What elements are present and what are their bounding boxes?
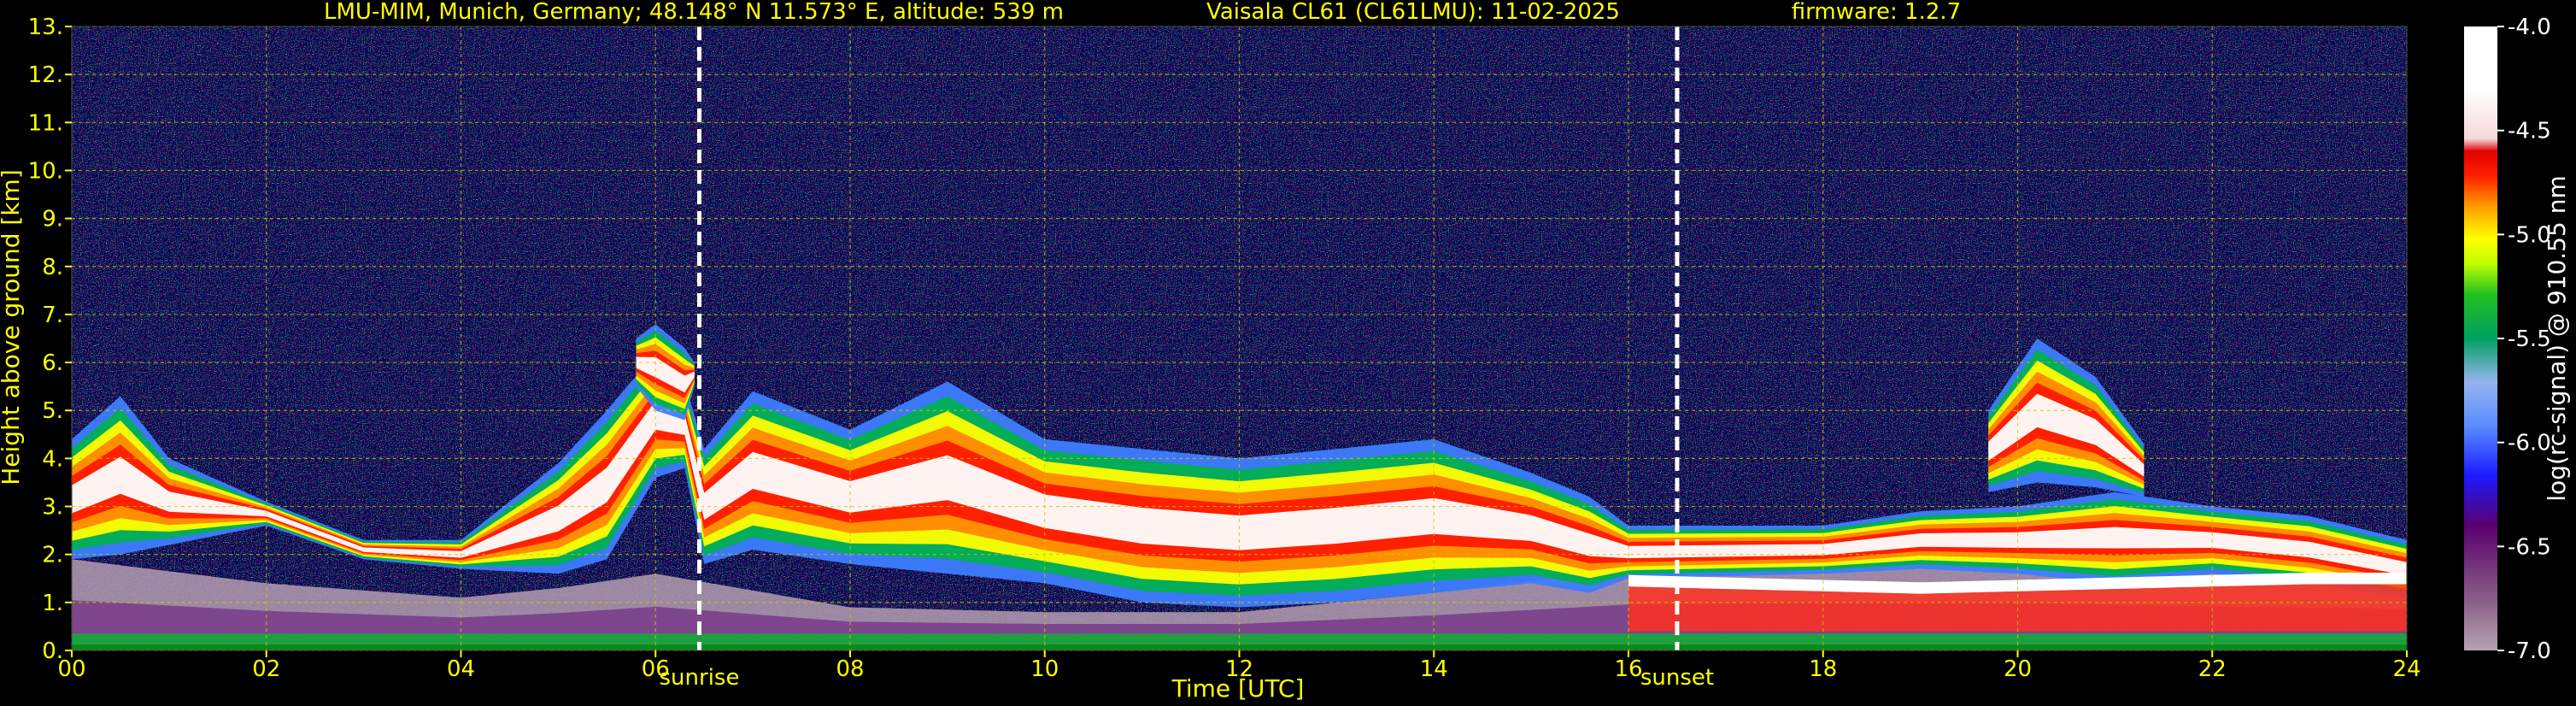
title-instrument: Vaisala CL61 (CL61LMU): 11-02-2025: [1206, 0, 1620, 25]
y-tick-label: 8.: [42, 255, 63, 280]
sunrise-label: sunrise: [660, 665, 740, 691]
x-tick-label: 02: [252, 656, 280, 682]
x-tick-label: 24: [2392, 656, 2421, 682]
ceilometer-chart: LMU-MIM, Munich, Germany; 48.148° N 11.5…: [0, 0, 2571, 703]
x-axis-label: Time [UTC]: [1171, 674, 1305, 703]
colorbar-tick-label: -6.5: [2508, 534, 2551, 560]
title-firmware: firmware: 1.2.7: [1792, 0, 1961, 25]
x-tick-label: 04: [447, 656, 475, 682]
x-tick-label: 20: [2004, 656, 2032, 682]
y-tick-label: 3.: [42, 495, 63, 521]
y-tick-label: 0.: [42, 638, 63, 664]
y-axis-label: Height above ground [km]: [0, 169, 25, 485]
x-tick-label: 08: [836, 656, 864, 682]
x-tick-label: 14: [1420, 656, 1448, 682]
y-tick-label: 2.: [42, 543, 63, 568]
x-tick-label: 16: [1614, 656, 1642, 682]
y-tick-label: 10.: [28, 158, 63, 184]
title-station: LMU-MIM, Munich, Germany; 48.148° N 11.5…: [324, 0, 1064, 25]
y-tick-label: 11.: [28, 110, 63, 136]
y-tick-label: 9.: [42, 207, 63, 232]
y-tick-label: 6.: [42, 350, 63, 376]
sunset-label: sunset: [1640, 665, 1714, 691]
colorbar-tick-label: -4.5: [2508, 119, 2551, 144]
y-tick-label: 1.: [42, 591, 63, 616]
plot-area: [71, 26, 2408, 651]
y-tick-label: 5.: [42, 398, 63, 424]
colorbar-gradient: [2464, 26, 2497, 650]
y-tick-label: 4.: [42, 446, 63, 472]
x-tick-label: 10: [1030, 656, 1059, 682]
y-tick-label: 13.: [28, 15, 63, 40]
colorbar-tick-label: -4.0: [2508, 15, 2551, 40]
y-tick-label: 12.: [28, 62, 63, 88]
y-axis-ticks: 0. 1. 2. 3. 4. 5. 6. 7. 8. 9. 10. 11. 12. 13.: [28, 15, 72, 664]
colorbar: -4.0-4.5-5.0-5.5-6.0-6.5-7.0 log(rc-sign…: [2464, 15, 2571, 664]
colorbar-label: log(rc-signal) @ 910.55 nm: [2543, 175, 2571, 501]
y-tick-label: 7.: [42, 303, 63, 328]
x-tick-label: 18: [1809, 656, 1837, 682]
colorbar-tick-label: -7.0: [2508, 638, 2551, 664]
x-tick-label: 22: [2198, 656, 2227, 682]
